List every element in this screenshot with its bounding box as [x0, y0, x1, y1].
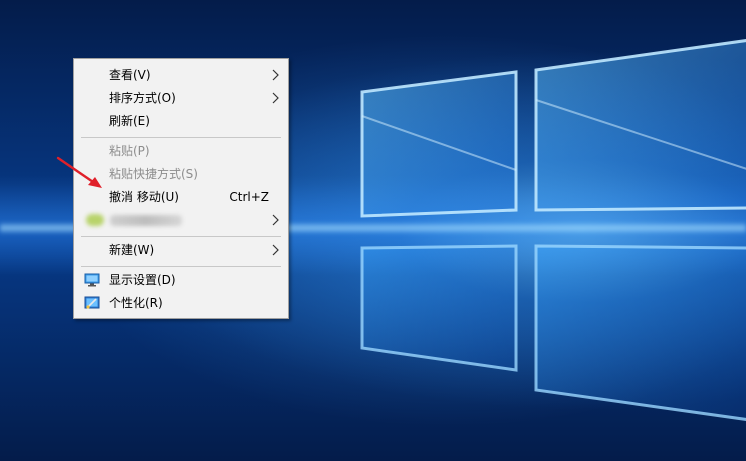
chevron-right-icon [272, 214, 279, 226]
menu-item-label: 个性化(R) [109, 296, 163, 310]
menu-item-label: 排序方式(O) [109, 91, 176, 105]
menu-item-display-settings[interactable]: 显示设置(D) [76, 269, 286, 291]
menu-item-label: 新建(W) [109, 243, 155, 257]
menu-item-label: 粘贴(P) [109, 144, 150, 158]
chevron-right-icon [272, 92, 279, 104]
menu-item-label: 查看(V) [109, 68, 151, 82]
chevron-right-icon [272, 244, 279, 256]
menu-item-blurred[interactable] [76, 209, 286, 231]
blurred-label [110, 215, 182, 226]
menu-separator [81, 137, 281, 138]
menu-item-sort-by[interactable]: 排序方式(O) [76, 87, 286, 109]
menu-item-shortcut: Ctrl+Z [229, 190, 269, 204]
red-annotation-arrow-icon [56, 156, 102, 188]
menu-item-label: 撤消 移动(U) [109, 190, 179, 204]
menu-separator [81, 236, 281, 237]
menu-item-label: 显示设置(D) [109, 273, 176, 287]
menu-item-new[interactable]: 新建(W) [76, 239, 286, 261]
menu-item-view[interactable]: 查看(V) [76, 64, 286, 86]
windows-logo-wallpaper-icon [360, 39, 746, 421]
blurred-app-icon [86, 214, 104, 226]
menu-separator [81, 266, 281, 267]
chevron-right-icon [272, 69, 279, 81]
menu-item-refresh[interactable]: 刷新(E) [76, 110, 286, 132]
menu-item-personalize[interactable]: 个性化(R) [76, 292, 286, 314]
menu-item-label: 粘贴快捷方式(S) [109, 167, 198, 181]
personalize-icon [84, 296, 100, 309]
menu-item-label: 刷新(E) [109, 114, 150, 128]
display-settings-icon [84, 273, 100, 287]
